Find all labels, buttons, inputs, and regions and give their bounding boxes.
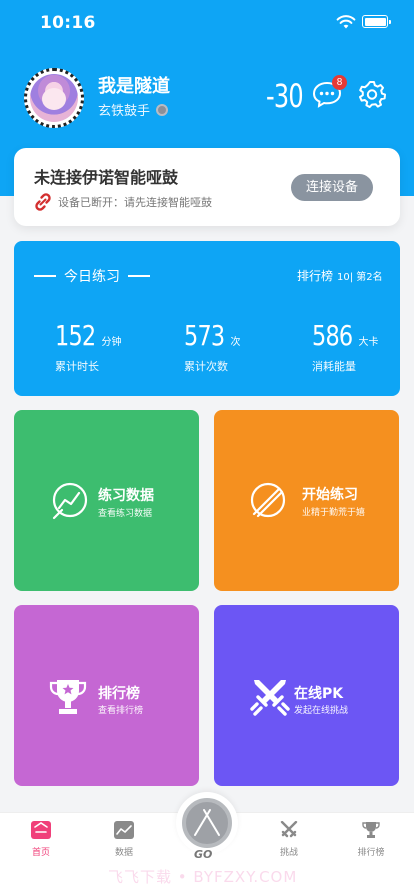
message-count-badge: 8 xyxy=(332,75,347,90)
user-title-text: 玄铁鼓手 xyxy=(98,104,151,119)
stat-label: 消耗能量 xyxy=(312,360,356,373)
tab-label: 排行榜 xyxy=(357,848,385,858)
avatar-image xyxy=(30,74,78,122)
tab-label: 数据 xyxy=(114,848,133,858)
connect-status-text: 设备已断开：请先连接智能哑鼓 xyxy=(58,196,212,209)
rank-link[interactable]: 排行榜 10| 第2名 xyxy=(297,267,383,284)
messages-button[interactable]: 8 xyxy=(312,75,347,108)
tile-subtitle: 业精于勤荒于嬉 xyxy=(302,508,366,518)
divider xyxy=(128,275,150,277)
tile-leaderboard[interactable]: 排行榜 查看排行榜 xyxy=(14,605,199,786)
stat-unit: 大卡 xyxy=(358,337,379,348)
tab-leaderboard[interactable]: 排行榜 xyxy=(346,821,396,858)
drum-sticks-icon xyxy=(250,482,286,518)
data-chart-icon xyxy=(114,821,134,839)
stat-energy: 586 大卡 消耗能量 xyxy=(312,319,378,374)
trophy-icon xyxy=(49,680,87,714)
tab-challenge[interactable]: 挑战 xyxy=(264,821,314,858)
stat-count: 573 次 累计次数 xyxy=(184,319,240,374)
tile-subtitle: 查看排行榜 xyxy=(98,706,144,716)
settings-gear-icon[interactable] xyxy=(358,80,386,108)
tile-subtitle: 发起在线挑战 xyxy=(294,706,349,716)
go-practice-button[interactable] xyxy=(176,792,238,854)
watermark: 飞飞下载 • BYFZXY.COM xyxy=(108,868,298,886)
chart-circle-icon xyxy=(52,482,88,520)
tile-online-pk[interactable]: 在线PK 发起在线挑战 xyxy=(214,605,399,786)
status-bar: 10:16 xyxy=(0,0,414,46)
tile-practice-data[interactable]: 练习数据 查看练习数据 xyxy=(14,410,199,591)
stat-value: 586 xyxy=(312,319,353,352)
wifi-icon xyxy=(336,15,356,29)
tab-data[interactable]: 数据 xyxy=(99,821,149,858)
score-value: -30 xyxy=(266,77,304,115)
tile-start-practice[interactable]: 开始练习 业精于勤荒于嬉 xyxy=(214,410,399,591)
stat-label: 累计次数 xyxy=(184,360,228,373)
stat-value: 152 xyxy=(55,319,96,352)
trophy-icon xyxy=(362,822,380,838)
today-heading-text: 今日练习 xyxy=(64,269,120,285)
tile-title: 排行榜 xyxy=(98,686,140,702)
status-time: 10:16 xyxy=(40,13,96,33)
crossed-swords-icon xyxy=(250,680,290,716)
tab-label: 挑战 xyxy=(279,848,298,858)
broken-link-icon xyxy=(35,193,51,211)
tile-title: 在线PK xyxy=(294,686,344,702)
go-label: GO xyxy=(194,848,213,861)
connect-title: 未连接伊诺智能哑鼓 xyxy=(34,168,179,187)
connect-status: 设备已断开：请先连接智能哑鼓 xyxy=(34,193,212,211)
crossed-swords-icon xyxy=(280,821,298,838)
drum-icon xyxy=(182,798,232,848)
user-title: 玄铁鼓手 xyxy=(98,100,169,119)
tile-title: 练习数据 xyxy=(98,488,154,504)
avatar[interactable] xyxy=(24,68,84,128)
stat-value: 573 xyxy=(184,319,225,352)
medal-icon xyxy=(156,103,169,116)
device-connect-card: 未连接伊诺智能哑鼓 设备已断开：请先连接智能哑鼓 连接设备 xyxy=(14,148,400,226)
stat-label: 累计时长 xyxy=(55,360,99,373)
today-heading: 今日练习 xyxy=(34,266,150,286)
tab-label: 首页 xyxy=(31,848,50,858)
divider xyxy=(34,275,56,277)
connect-device-button[interactable]: 连接设备 xyxy=(291,174,373,201)
battery-icon xyxy=(362,15,391,28)
rank-label: 排行榜 xyxy=(297,269,334,283)
stat-unit: 分钟 xyxy=(101,337,122,348)
tab-home[interactable]: 首页 xyxy=(16,821,66,858)
tile-title: 开始练习 xyxy=(302,487,358,503)
stat-unit: 次 xyxy=(230,337,241,348)
home-icon xyxy=(31,821,51,839)
username: 我是隧道 xyxy=(98,76,170,97)
today-practice-card: 今日练习 排行榜 10| 第2名 152 分钟 累计时长 573 次 累计次数 586… xyxy=(14,241,400,396)
stat-duration: 152 分钟 累计时长 xyxy=(55,319,121,374)
tile-subtitle: 查看练习数据 xyxy=(98,509,153,519)
rank-value: 10| 第2名 xyxy=(337,272,383,283)
